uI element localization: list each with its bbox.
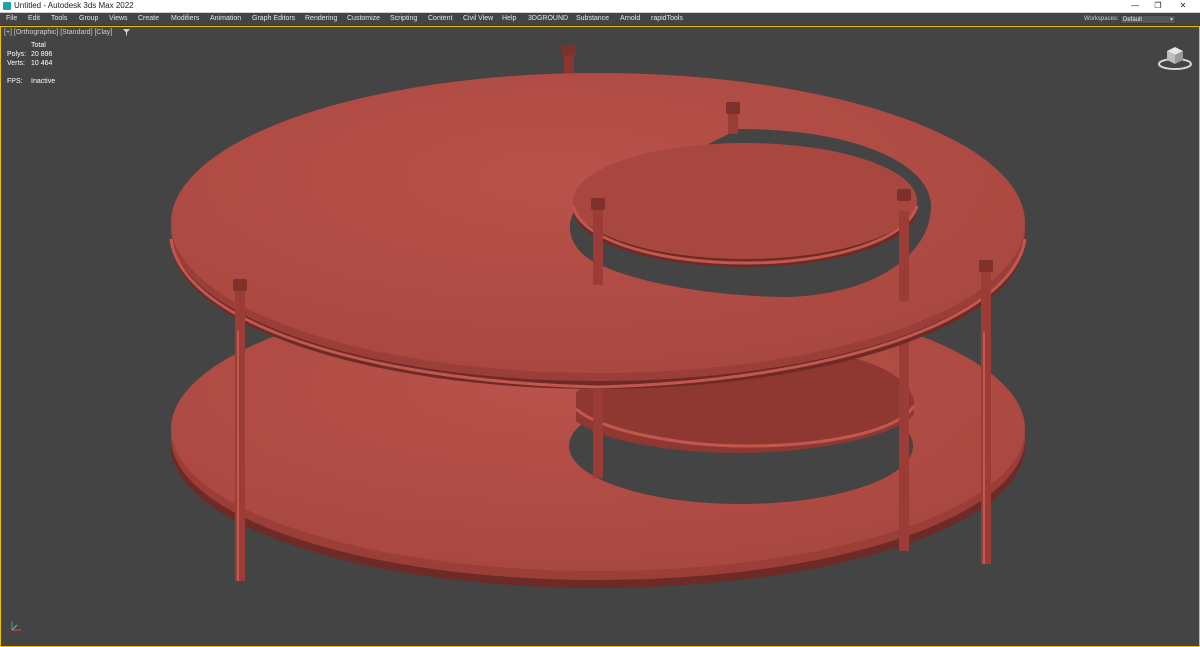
post-front-left-upper	[235, 291, 245, 331]
menu-scripting[interactable]: Scripting	[390, 15, 417, 22]
workspaces-value: Default	[1123, 17, 1143, 23]
post-front-right-upper	[981, 272, 991, 332]
menu-graph-editors[interactable]: Graph Editors	[252, 15, 295, 22]
viewport-scene[interactable]	[1, 27, 1199, 646]
verts-value: 10 464	[31, 60, 53, 67]
menu-views[interactable]: Views	[109, 15, 128, 22]
close-button[interactable]: ✕	[1176, 1, 1190, 11]
title-bar: Untitled - Autodesk 3ds Max 2022 — ❐ ✕	[0, 0, 1200, 13]
menu-create[interactable]: Create	[138, 15, 159, 22]
viewcube[interactable]	[1157, 43, 1193, 76]
post-inner-left-upper	[593, 210, 603, 285]
viewport[interactable]: [+] [Orthographic] [Standard] [Clay] Tot…	[0, 26, 1200, 647]
menu-arnold[interactable]: Arnold	[620, 15, 640, 22]
menu-modifiers[interactable]: Modifiers	[171, 15, 199, 22]
stats-header: Total	[31, 42, 46, 49]
funnel-icon[interactable]	[123, 29, 130, 38]
restore-button[interactable]: ❐	[1151, 1, 1165, 11]
verts-label: Verts:	[7, 60, 25, 67]
post-front-left	[235, 291, 245, 581]
menu-edit[interactable]: Edit	[28, 15, 40, 22]
post-back-center-upper	[728, 114, 738, 134]
menu-bar: File Edit Tools Group Views Create Modif…	[0, 13, 1200, 26]
menu-civil-view[interactable]: Civil View	[463, 15, 493, 22]
workspaces-label: Workspaces:	[1084, 16, 1119, 22]
menu-rendering[interactable]: Rendering	[305, 15, 337, 22]
menu-help[interactable]: Help	[502, 15, 516, 22]
app-icon	[3, 2, 11, 10]
post-cap	[726, 102, 740, 114]
menu-animation[interactable]: Animation	[210, 15, 241, 22]
fps-label: FPS:	[7, 78, 23, 85]
menu-tools[interactable]: Tools	[51, 15, 67, 22]
post-cap	[233, 279, 247, 291]
menu-group[interactable]: Group	[79, 15, 98, 22]
fps-value: Inactive	[31, 78, 56, 85]
post-cap	[591, 198, 605, 210]
menu-rapidtools[interactable]: rapidTools	[651, 15, 683, 22]
polys-value: 20 896	[31, 51, 53, 58]
menu-customize[interactable]: Customize	[347, 15, 380, 22]
polys-label: Polys:	[7, 51, 27, 58]
post-cap	[562, 45, 576, 55]
axis-tripod-icon	[9, 619, 23, 638]
menu-content[interactable]: Content	[428, 15, 453, 22]
chevron-down-icon: ▾	[1169, 17, 1173, 23]
workspaces-dropdown[interactable]: Default ▾	[1120, 15, 1176, 24]
post-cap	[979, 260, 993, 272]
menu-3dground[interactable]: 3DGROUND	[528, 15, 568, 22]
window-title: Untitled - Autodesk 3ds Max 2022	[14, 1, 134, 10]
post-back-right-upper	[899, 211, 909, 301]
menu-substance[interactable]: Substance	[576, 15, 609, 22]
viewport-label[interactable]: [+] [Orthographic] [Standard] [Clay]	[4, 29, 112, 36]
post-cap	[897, 189, 911, 201]
upper-inner-disc-top	[573, 143, 917, 259]
minimize-button[interactable]: —	[1128, 1, 1142, 11]
post-top	[564, 53, 574, 75]
menu-file[interactable]: File	[6, 15, 17, 22]
